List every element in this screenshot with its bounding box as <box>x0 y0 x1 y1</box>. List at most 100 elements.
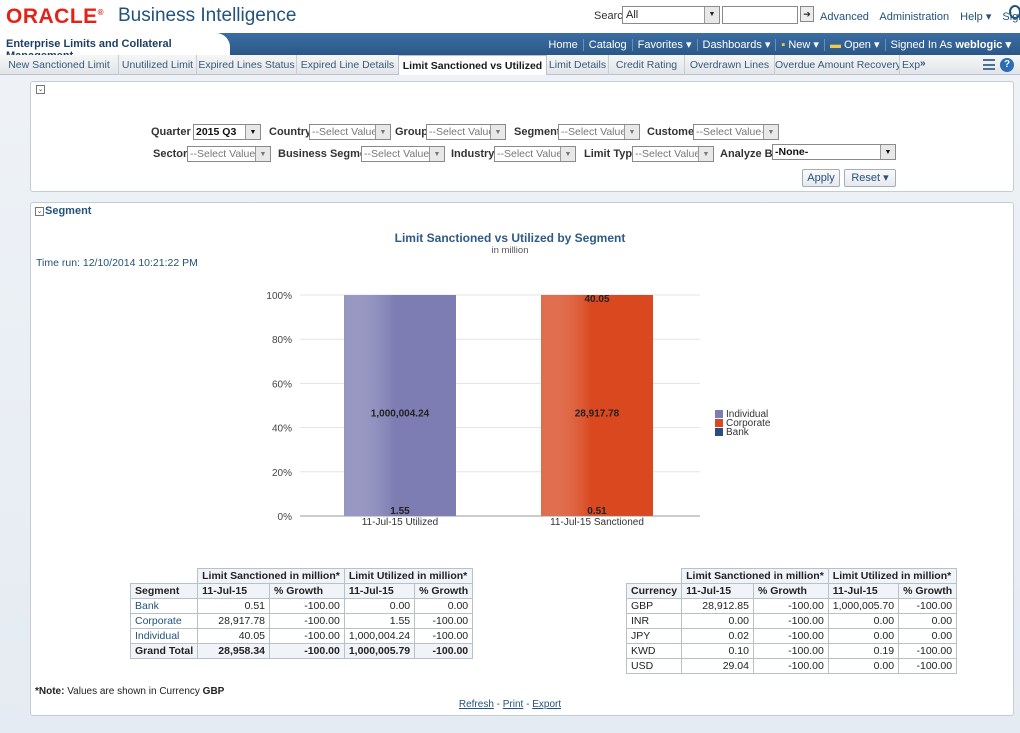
logo-text: ORACLE <box>6 5 98 28</box>
advanced-link[interactable]: Advanced <box>820 11 869 23</box>
x-category-label: 11-Jul-15 Sanctioned <box>550 517 644 528</box>
legend-swatch <box>715 410 723 418</box>
favorites-menu[interactable]: Favorites ▾ <box>631 39 697 51</box>
search-icon[interactable] <box>1009 5 1020 19</box>
table-cell: 29.04 <box>681 658 754 674</box>
table-corner <box>131 569 198 584</box>
app-title: Business Intelligence <box>118 5 297 26</box>
table-cell: 0.00 <box>898 613 958 629</box>
row-label[interactable]: Individual <box>129 628 199 644</box>
home-link[interactable]: Home <box>543 39 582 51</box>
table-cell: 40.05 <box>197 628 270 644</box>
table-row: USD 29.04 -100.00 0.00 -100.00 <box>625 658 958 674</box>
data-label: 1,000,004.24 <box>371 409 430 420</box>
table-cell: 28,917.78 <box>197 613 270 629</box>
new-icon: ▪ <box>781 39 786 51</box>
y-tick-label: 0% <box>278 512 293 523</box>
table-cell: 0.00 <box>343 598 416 614</box>
tab-expired-line-details[interactable]: Expired Line Details <box>297 55 398 75</box>
tab-credit-rating[interactable]: Credit Rating <box>609 55 685 75</box>
refresh-link[interactable]: Refresh <box>459 699 494 710</box>
table-row: Bank 0.51 -100.00 0.00 0.00 <box>129 598 474 614</box>
print-link[interactable]: Print <box>503 699 524 710</box>
catalog-link[interactable]: Catalog <box>582 39 632 51</box>
signed-in-info: Signed In As weblogic ▾ <box>884 39 1016 51</box>
tab-limit-details[interactable]: Limit Details <box>547 55 609 75</box>
table-cell: -100.00 <box>752 598 829 614</box>
column-header: Currency <box>625 583 683 599</box>
search-scope-select[interactable]: All ▼ <box>622 6 720 24</box>
column-header: Segment <box>129 583 199 599</box>
table-row: JPY 0.02 -100.00 0.00 0.00 <box>625 628 958 644</box>
dashboard-bar: Enterprise Limits and Collateral Managem… <box>0 33 1020 62</box>
table-cell: 0.00 <box>827 613 900 629</box>
tab-expired-lines-status[interactable]: Expired Lines Status <box>197 55 297 75</box>
table-cell: 28,958.34 <box>197 643 270 659</box>
tab-unutilized-limit[interactable]: Unutilized Limit <box>119 55 197 75</box>
legend-label: Bank <box>726 427 750 438</box>
table-cell: -100.00 <box>898 658 958 674</box>
search-input[interactable] <box>722 6 798 24</box>
note-currency: GBP <box>202 686 225 697</box>
column-header: % Growth <box>269 583 345 599</box>
data-label: 40.05 <box>584 294 609 305</box>
tab-exposure[interactable]: Exposur <box>900 55 920 75</box>
page-options-icon[interactable] <box>983 59 995 70</box>
row-label[interactable]: Corporate <box>129 613 199 629</box>
table-cell: -100.00 <box>414 643 474 659</box>
tabs-more-icon[interactable]: » <box>920 58 926 69</box>
table-cell: 1,000,005.70 <box>827 598 900 614</box>
open-label: Open ▾ <box>844 39 880 51</box>
administration-link[interactable]: Administration <box>879 11 949 23</box>
data-label: 28,917.78 <box>575 409 620 420</box>
dashboards-menu[interactable]: Dashboards ▾ <box>696 39 776 51</box>
bar-highlight <box>344 295 456 516</box>
table-cell: -100.00 <box>414 613 474 629</box>
table-cell: -100.00 <box>414 628 474 644</box>
page-tabs: New Sanctioned Limit Unutilized Limit Ex… <box>0 55 1020 76</box>
search-scope-value: All <box>626 9 639 21</box>
y-tick-label: 40% <box>272 424 292 435</box>
table-cell: -100.00 <box>269 613 345 629</box>
table-cell: -100.00 <box>752 643 829 659</box>
open-menu[interactable]: ▬ Open ▾ <box>823 39 885 51</box>
row-label: Grand Total <box>129 643 199 659</box>
table-row: Individual 40.05 -100.00 1,000,004.24 -1… <box>129 628 474 644</box>
grand-total-row: Grand Total 28,958.34 -100.00 1,000,005.… <box>129 643 474 659</box>
export-link[interactable]: Export <box>532 699 561 710</box>
table-cell: -100.00 <box>898 643 958 659</box>
user-menu[interactable]: weblogic ▾ <box>955 39 1011 51</box>
new-label: New ▾ <box>788 39 819 51</box>
table-cell: 1,000,004.24 <box>343 628 416 644</box>
table-cell: 0.02 <box>681 628 754 644</box>
dashboard-content: ⌄ Quarter 2015 Q3 ▼ Country --Select Valu… <box>0 75 1020 733</box>
table-row: KWD 0.10 -100.00 0.19 -100.00 <box>625 643 958 659</box>
help-icon[interactable]: ? <box>1000 58 1014 72</box>
new-menu[interactable]: ▪ New ▾ <box>775 39 824 51</box>
chevron-down-icon[interactable]: ▼ <box>704 7 719 23</box>
y-tick-label: 20% <box>272 468 292 479</box>
column-header: 11-Jul-15 <box>197 583 270 599</box>
tab-limit-sanctioned-vs-utilized[interactable]: Limit Sanctioned vs Utilized <box>398 55 547 76</box>
group-header: Limit Utilized in million* <box>827 568 958 584</box>
y-tick-label: 80% <box>272 335 292 346</box>
y-tick-label: 60% <box>272 379 292 390</box>
note-label: *Note: <box>35 686 65 697</box>
column-header: % Growth <box>752 583 829 599</box>
tab-overdrawn-lines[interactable]: Overdrawn Lines <box>685 55 775 75</box>
table-cell: 0.51 <box>197 598 270 614</box>
tab-new-sanctioned-limit[interactable]: New Sanctioned Limit <box>0 55 119 75</box>
tab-overdue-amount-recovery[interactable]: Overdue Amount Recovery <box>775 55 900 75</box>
currency-table: Limit Sanctioned in million* Limit Utili… <box>625 568 958 674</box>
stacked-bar-chart: 0% 20% 40% 60% 80% 100% 1,000,004.24 1.55 40.05 2… <box>266 291 770 528</box>
table-cell: 0.00 <box>414 598 474 614</box>
signed-in-label: Signed In As <box>890 39 953 51</box>
column-header: 11-Jul-15 <box>343 583 416 599</box>
help-menu[interactable]: Help ▾ <box>960 11 991 23</box>
row-label[interactable]: Bank <box>129 598 199 614</box>
table-cell: 0.00 <box>898 628 958 644</box>
search-go-button[interactable]: ➔ <box>800 6 814 22</box>
table-cell: -100.00 <box>898 598 958 614</box>
table-cell: 0.00 <box>681 613 754 629</box>
row-label: KWD <box>625 643 683 659</box>
